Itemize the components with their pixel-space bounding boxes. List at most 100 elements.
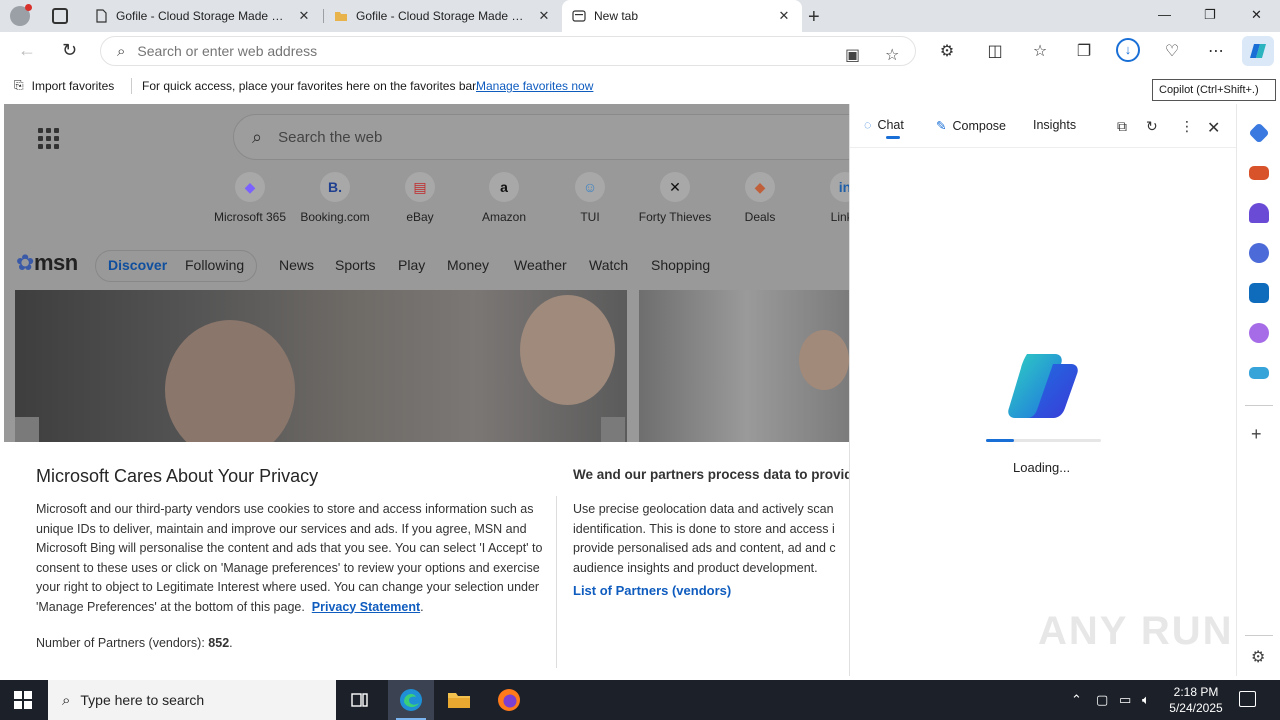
show-hidden-icons-chevron-icon[interactable]: ⌃ — [1071, 692, 1082, 708]
windows-start-icon[interactable] — [14, 691, 32, 709]
privacy-body: Microsoft and our third-party vendors us… — [36, 502, 543, 614]
web-search-placeholder: Search the web — [278, 128, 383, 146]
nav-weather[interactable]: Weather — [514, 257, 567, 273]
network-icon[interactable]: ▭ — [1119, 692, 1131, 708]
designer-icon[interactable] — [1249, 323, 1269, 343]
quick-link-tile[interactable]: in Linke — [805, 172, 849, 224]
active-tab-indicator — [886, 136, 900, 139]
sidebar-divider — [1245, 405, 1273, 406]
taskbar-search-box[interactable]: ⌕ Type here to search — [48, 680, 336, 720]
news-card-image[interactable] — [639, 290, 849, 442]
extensions-icon[interactable]: ⚙ — [937, 41, 957, 61]
address-input[interactable] — [137, 43, 738, 59]
split-screen-icon[interactable]: ◫ — [985, 41, 1005, 61]
tab-gofile-1[interactable]: Gofile - Cloud Storage Made Simple ✕ — [84, 0, 322, 32]
quick-link-icon: ▤ — [405, 172, 435, 202]
quick-link-tile[interactable]: ✕ Forty Thieves — [635, 172, 715, 224]
add-icon[interactable]: + — [1251, 424, 1262, 445]
profile-avatar[interactable] — [10, 4, 32, 26]
favorite-star-icon[interactable]: ☆ — [885, 45, 899, 65]
back-arrow-icon[interactable]: ← — [18, 40, 36, 61]
quick-link-label: Forty Thieves — [638, 210, 712, 224]
drop-icon[interactable] — [1249, 367, 1269, 379]
favorites-hint: For quick access, place your favorites h… — [142, 79, 479, 93]
immersive-reader-icon[interactable]: ▣ — [845, 45, 860, 65]
copilot-button[interactable] — [1242, 36, 1274, 66]
tab-compose[interactable]: ✎ Compose — [936, 118, 1006, 134]
outlook-icon[interactable] — [1249, 283, 1269, 303]
tab-gofile-2[interactable]: Gofile - Cloud Storage Made Simple ✕ — [324, 0, 562, 32]
privacy-statement-link[interactable]: Privacy Statement — [312, 600, 420, 614]
close-tab-icon[interactable]: ✕ — [296, 8, 312, 24]
nav-sports[interactable]: Sports — [335, 257, 375, 273]
task-view-icon[interactable] — [337, 680, 383, 720]
favorites-divider — [131, 78, 132, 94]
nav-shopping[interactable]: Shopping — [651, 257, 710, 273]
quick-link-label: Linke — [830, 210, 849, 224]
device-icon[interactable]: ▢ — [1096, 692, 1108, 708]
browser-toolbar: ← ↻ ⌕ ▣ ☆ ⚙ ◫ ☆ ❐ ↓ ♡ ⋯ — [0, 32, 1280, 70]
sidebar-settings-icon[interactable]: ⚙ — [1251, 647, 1265, 667]
nav-watch[interactable]: Watch — [589, 257, 628, 273]
refresh-icon[interactable]: ↻ — [62, 40, 77, 61]
carousel-prev-button[interactable] — [15, 417, 39, 443]
list-of-partners-link[interactable]: List of Partners (vendors) — [573, 583, 731, 598]
quick-link-label: Booking.com — [300, 210, 370, 224]
collections-icon[interactable]: ❐ — [1074, 41, 1094, 61]
new-tab-button[interactable]: + — [808, 6, 820, 29]
refresh-icon[interactable]: ↻ — [1146, 118, 1158, 135]
tab-insights[interactable]: Insights — [1033, 118, 1076, 132]
privacy-body-2: Use precise geolocation data and activel… — [573, 502, 836, 575]
nav-news[interactable]: News — [279, 257, 314, 273]
loading-text: Loading... — [1013, 460, 1071, 475]
file-explorer-icon[interactable] — [436, 680, 482, 720]
close-tab-icon[interactable]: ✕ — [536, 8, 552, 24]
nav-money[interactable]: Money — [447, 257, 489, 273]
taskbar-clock[interactable]: 2:18 PM 5/24/2025 — [1164, 684, 1228, 716]
favorites-bar: ⎘ Import favorites For quick access, pla… — [0, 70, 1280, 102]
tab-chat[interactable]: ◌ Chat — [864, 118, 904, 139]
import-favorites-button[interactable]: ⎘ Import favorites — [14, 78, 114, 93]
address-bar[interactable]: ⌕ ▣ ☆ — [100, 36, 916, 66]
tab-new-tab[interactable]: New tab ✕ — [562, 0, 802, 32]
firefox-icon[interactable] — [486, 680, 532, 720]
app-launcher-icon[interactable] — [38, 128, 59, 149]
quick-link-tile[interactable]: ▤ eBay — [380, 172, 460, 224]
nav-play[interactable]: Play — [398, 257, 425, 273]
web-search-box[interactable]: ⌕ Search the web — [233, 114, 849, 160]
window-close-button[interactable]: ✕ — [1251, 7, 1262, 23]
quick-link-label: Amazon — [481, 210, 527, 224]
quick-link-tile[interactable]: ◆ Deals — [720, 172, 800, 224]
msn-logo[interactable]: ✿msn — [16, 250, 78, 276]
more-options-icon[interactable]: ⋯ — [1206, 41, 1226, 61]
open-in-new-icon[interactable]: ⧉ — [1117, 118, 1127, 135]
chat-icon: ◌ — [864, 118, 872, 132]
quick-link-tile[interactable]: a Amazon — [464, 172, 544, 224]
manage-favorites-link[interactable]: Manage favorites now — [476, 79, 593, 93]
import-favorites-label: Import favorites — [31, 78, 115, 93]
volume-icon[interactable]: 🔈︎ — [1142, 692, 1150, 708]
microsoft-365-icon[interactable] — [1249, 243, 1269, 263]
favorites-icon[interactable]: ☆ — [1030, 41, 1050, 61]
tools-icon[interactable] — [1249, 166, 1269, 180]
quick-link-tile[interactable]: ◆ Microsoft 365 — [210, 172, 290, 224]
downloads-icon[interactable]: ↓ — [1116, 38, 1140, 62]
close-pane-icon[interactable]: ✕ — [1207, 118, 1220, 138]
tab-discover[interactable]: Discover — [108, 257, 167, 273]
minimize-button[interactable]: — — [1158, 7, 1171, 22]
browser-essentials-icon[interactable]: ♡ — [1162, 41, 1182, 61]
news-card-image[interactable] — [15, 290, 627, 442]
edge-taskbar-icon[interactable] — [388, 680, 434, 720]
close-tab-icon[interactable]: ✕ — [776, 8, 792, 24]
shopping-tag-icon[interactable] — [1248, 122, 1270, 144]
quick-link-tile[interactable]: ☺ TUI — [550, 172, 630, 224]
carousel-next-button[interactable] — [601, 417, 625, 443]
more-icon[interactable]: ⋮ — [1180, 118, 1194, 135]
tab-actions-icon[interactable] — [52, 8, 68, 24]
privacy-dialog: Microsoft Cares About Your Privacy Micro… — [4, 442, 849, 676]
games-icon[interactable] — [1249, 203, 1269, 223]
quick-link-tile[interactable]: B. Booking.com — [295, 172, 375, 224]
restore-button[interactable]: ❐ — [1204, 7, 1216, 23]
tab-following[interactable]: Following — [185, 257, 244, 273]
notifications-icon[interactable] — [1239, 691, 1256, 707]
